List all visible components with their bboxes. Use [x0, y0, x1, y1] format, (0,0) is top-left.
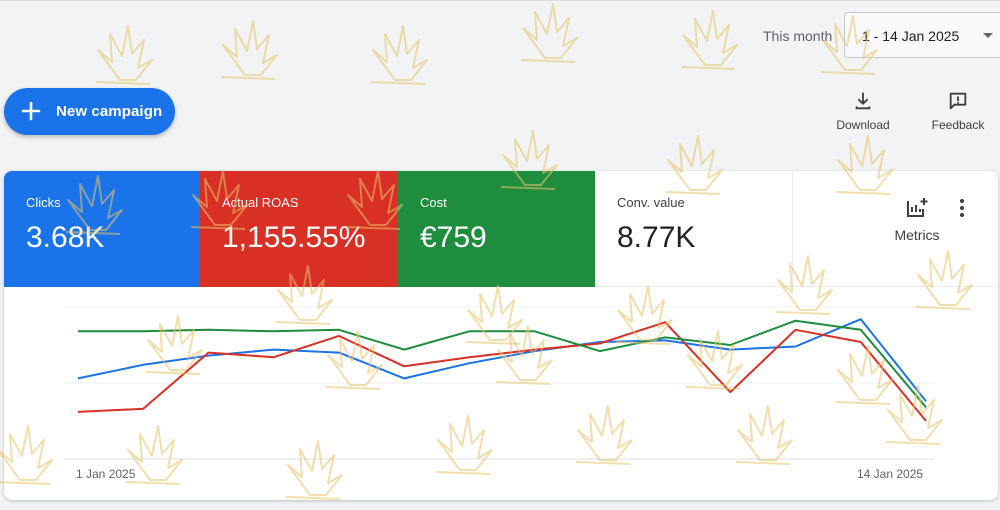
metrics-button[interactable]: Metrics [889, 197, 945, 243]
watermark-logo [95, 25, 153, 85]
metrics-label: Metrics [894, 227, 940, 243]
performance-line-chart [64, 306, 934, 460]
watermark-logo [370, 25, 428, 85]
watermark-logo [520, 3, 578, 63]
more-vert-icon[interactable] [952, 197, 972, 219]
watermark-logo [220, 20, 278, 80]
metric-value: €759 [420, 221, 487, 254]
date-range-select[interactable]: 1 - 14 Jan 2025 [844, 12, 1000, 58]
download-button[interactable]: Download [828, 90, 898, 140]
metric-tile-clicks[interactable]: Clicks 3.68K [4, 171, 200, 287]
metric-value: 1,155.55% [222, 221, 366, 254]
metric-name: Actual ROAS [222, 195, 299, 210]
caret-down-icon [983, 33, 993, 38]
feedback-icon [949, 92, 967, 110]
download-label: Download [836, 118, 890, 132]
x-tick-start: 1 Jan 2025 [76, 467, 136, 481]
x-tick-end: 14 Jan 2025 [857, 467, 924, 481]
metric-name: Cost [420, 195, 447, 210]
series-line-cost [78, 319, 927, 408]
feedback-label: Feedback [931, 118, 985, 132]
date-range-value: 1 - 14 Jan 2025 [862, 28, 960, 44]
performance-card: Clicks 3.68K Actual ROAS 1,155.55% Cost … [4, 171, 998, 500]
metric-tile-conv-value[interactable]: Conv. value 8.77K [595, 171, 793, 287]
metric-tile-actions: Metrics [793, 171, 998, 287]
metric-value: 3.68K [26, 221, 105, 254]
metric-name: Conv. value [617, 195, 685, 210]
plus-icon [21, 101, 41, 121]
metric-tile-actual-roas[interactable]: Actual ROAS 1,155.55% [200, 171, 398, 287]
new-campaign-button[interactable]: New campaign [4, 88, 175, 135]
metric-name: Clicks [26, 195, 61, 210]
date-range-label: This month [763, 28, 833, 44]
metric-tile-cost[interactable]: Cost €759 [398, 171, 595, 287]
download-icon [855, 92, 871, 110]
new-campaign-label: New campaign [56, 103, 163, 120]
top-divider [0, 0, 1000, 1]
series-line-actual-roas [77, 321, 927, 422]
watermark-logo [680, 10, 738, 70]
metric-value: 8.77K [617, 221, 696, 254]
add-chart-icon [907, 198, 928, 217]
feedback-button[interactable]: Feedback [923, 90, 993, 140]
